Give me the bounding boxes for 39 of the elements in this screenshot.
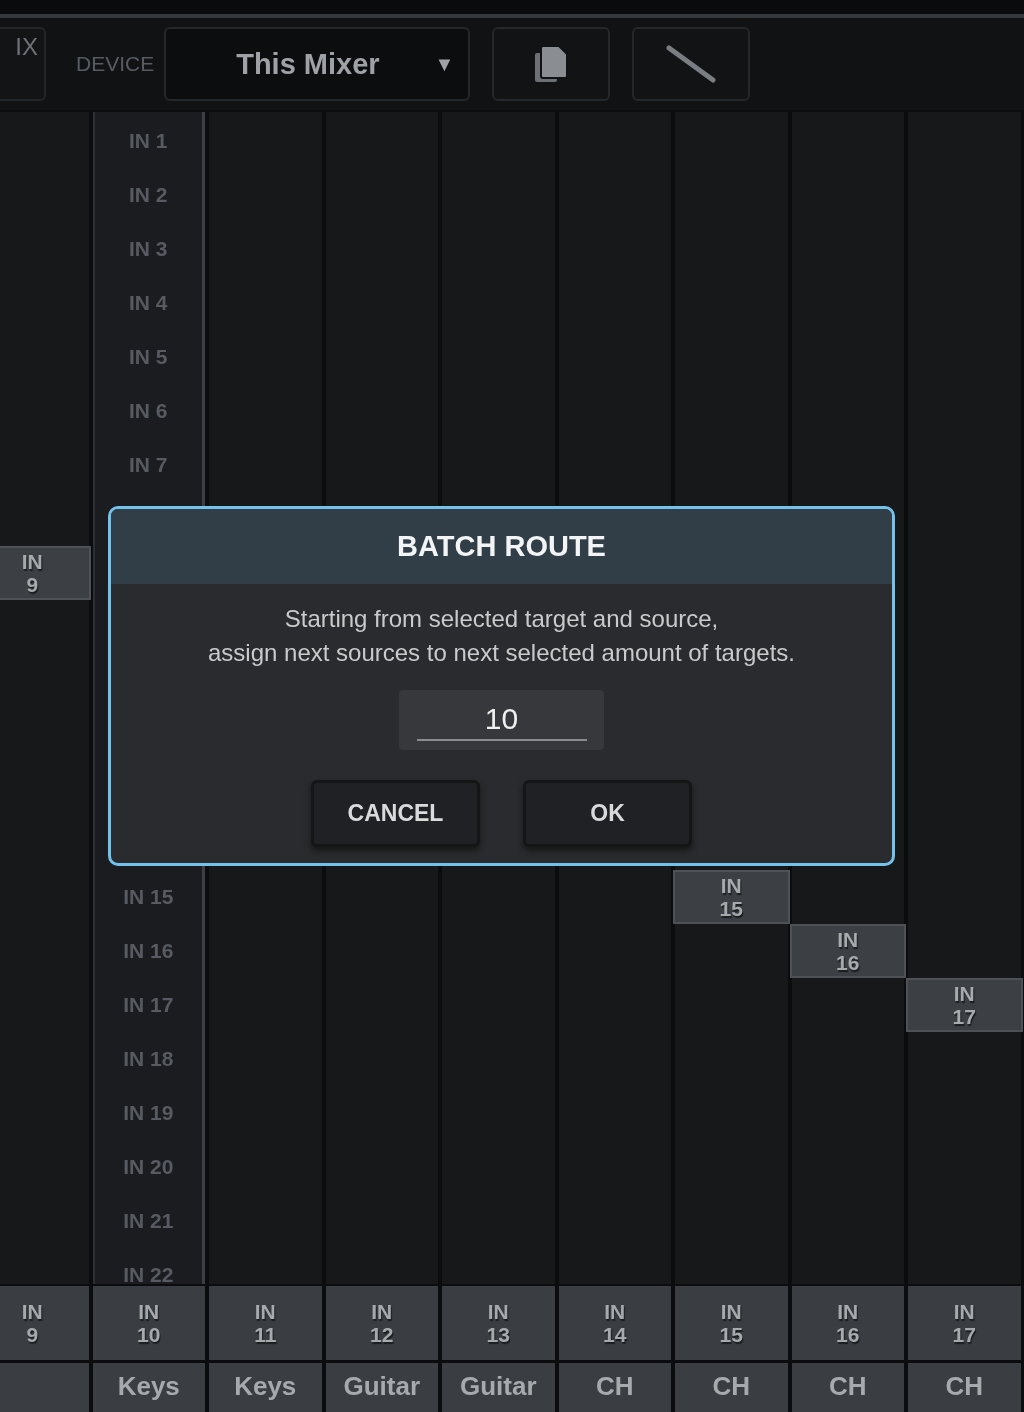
dialog-message: Starting from selected target and source, assign next sources to next selected amount of targets. xyxy=(208,604,795,668)
input-label: IN 16 xyxy=(836,1300,860,1346)
input-label: IN 10 xyxy=(137,1300,161,1346)
channel-name: Guitar xyxy=(343,1371,421,1403)
source-label: IN 17 xyxy=(123,993,174,1017)
source-label: IN 5 xyxy=(129,345,168,369)
source-label: IN 2 xyxy=(129,183,168,207)
source-label: IN 6 xyxy=(129,399,168,423)
input-label: IN 13 xyxy=(486,1300,510,1346)
source-label: IN 20 xyxy=(123,1155,174,1179)
channel-name: CH xyxy=(828,1371,867,1403)
device-label: DEVICE xyxy=(76,52,155,76)
input-label: IN 17 xyxy=(952,982,976,1028)
channel-name: Guitar xyxy=(459,1371,537,1403)
channel-name: Keys xyxy=(234,1371,297,1403)
channel-name: Keys xyxy=(117,1371,180,1403)
source-label: IN 1 xyxy=(129,129,168,153)
input-label: IN 16 xyxy=(836,928,860,974)
channel-name: CH xyxy=(712,1371,751,1403)
source-label: IN 18 xyxy=(123,1047,174,1071)
input-label: IN 9 xyxy=(21,550,43,596)
source-label: IN 7 xyxy=(129,453,168,477)
input-label: IN 11 xyxy=(254,1300,277,1346)
source-label: IN 3 xyxy=(129,237,168,261)
input-label: IN 17 xyxy=(952,1300,976,1346)
source-label: IN 19 xyxy=(123,1101,174,1125)
source-label: IN 16 xyxy=(123,939,174,963)
input-label: IN 14 xyxy=(603,1300,627,1346)
input-label: IN 9 xyxy=(21,1300,43,1346)
source-label: IN 15 xyxy=(123,885,174,909)
source-label: IN 22 xyxy=(123,1263,174,1284)
input-label: IN 15 xyxy=(719,1300,743,1346)
dialog-title: BATCH ROUTE xyxy=(397,530,606,563)
source-label: IN 21 xyxy=(123,1209,174,1233)
channel-name: CH xyxy=(595,1371,634,1403)
input-label: IN 15 xyxy=(719,874,743,920)
input-label: IN 12 xyxy=(370,1300,394,1346)
channel-name: CH xyxy=(945,1371,984,1403)
source-label: IN 4 xyxy=(129,291,168,315)
